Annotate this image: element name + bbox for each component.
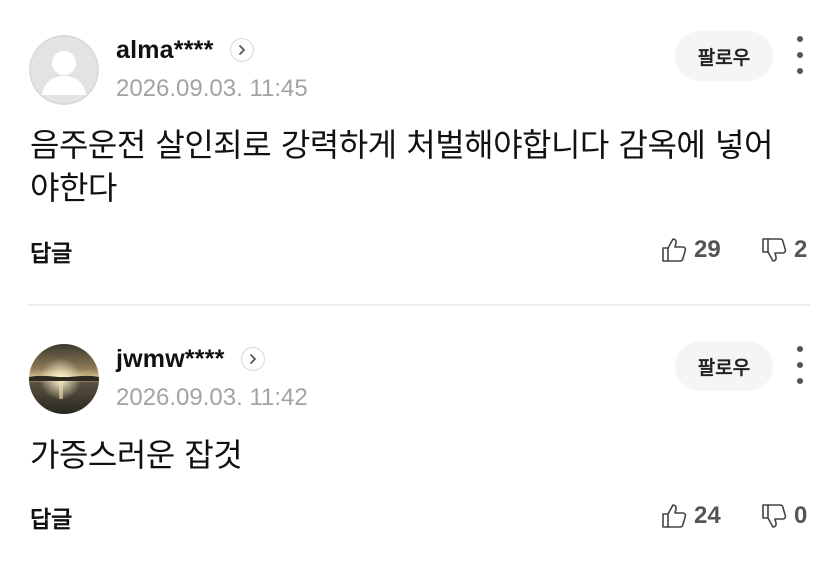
avatar[interactable]	[29, 344, 99, 414]
nickname-row: jwmw****	[116, 343, 265, 375]
dislike-button[interactable]: 2	[760, 233, 807, 267]
comment-timestamp: 2026.09.03. 11:45	[116, 75, 308, 102]
comment-text: 가증스러운 잡것	[30, 436, 243, 474]
like-count: 24	[694, 502, 721, 529]
chevron-right-icon	[249, 354, 256, 364]
profile-arrow-button[interactable]	[229, 38, 254, 62]
follow-button[interactable]: 팔로우	[675, 341, 773, 391]
sunset-lake-photo	[29, 344, 99, 414]
more-dot-icon	[797, 378, 803, 384]
more-options-button[interactable]	[788, 36, 812, 74]
nickname-row: alma****	[116, 34, 254, 66]
like-count: 29	[694, 236, 721, 263]
avatar[interactable]	[29, 35, 99, 105]
thumbs-down-icon	[762, 238, 787, 262]
nickname[interactable]: jwmw****	[116, 345, 225, 374]
thumbs-up-icon	[662, 504, 687, 528]
dislike-count: 2	[794, 236, 808, 263]
more-dot-icon	[797, 362, 803, 368]
default-profile-icon	[29, 35, 99, 105]
comment-item: alma**** 2026.09.03. 11:45 팔로우 음주운전 살인죄로…	[0, 0, 839, 306]
like-button[interactable]: 29	[660, 233, 721, 267]
chevron-right-icon	[238, 45, 245, 55]
reply-button[interactable]: 답글	[30, 500, 72, 534]
more-dot-icon	[797, 36, 803, 42]
follow-button[interactable]: 팔로우	[675, 31, 773, 81]
like-button[interactable]: 24	[660, 499, 721, 533]
nickname[interactable]: alma****	[116, 36, 214, 65]
dislike-count: 0	[794, 502, 808, 529]
comment-text: 음주운전 살인죄로 강력하게 처벌해야합니다 감옥에 넣어야한다	[30, 126, 773, 207]
more-options-button[interactable]	[788, 346, 812, 384]
more-dot-icon	[797, 68, 803, 74]
thumbs-down-icon	[762, 504, 787, 528]
more-dot-icon	[797, 52, 803, 58]
dislike-button[interactable]: 0	[760, 499, 807, 533]
comment-timestamp: 2026.09.03. 11:42	[116, 384, 308, 411]
comment-item: jwmw**** 2026.09.03. 11:42 팔로우 가증스러운 잡것 …	[0, 306, 839, 569]
profile-arrow-button[interactable]	[240, 347, 265, 371]
reply-button[interactable]: 답글	[30, 234, 72, 268]
more-dot-icon	[797, 346, 803, 352]
thumbs-up-icon	[662, 238, 687, 262]
